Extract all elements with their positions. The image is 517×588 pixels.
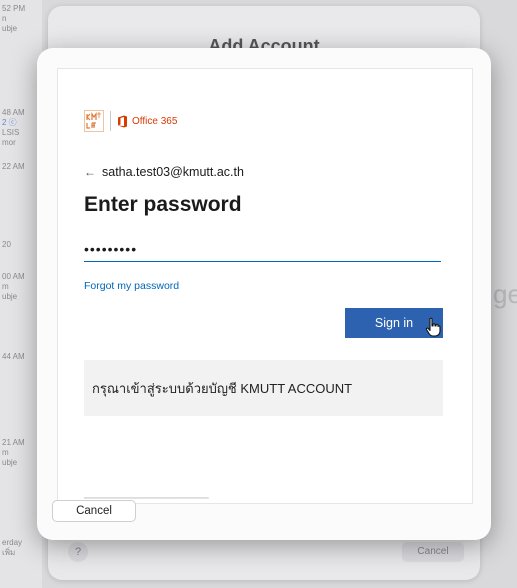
- list-item-line: เพิ่ม: [2, 548, 16, 557]
- list-item-line: m: [2, 448, 9, 457]
- list-item-time: 22 AM: [2, 162, 25, 171]
- list-item-line: ubje: [2, 24, 18, 33]
- sign-in-dialog: Office 365 ← satha.test03@kmutt.ac.th En…: [37, 48, 491, 540]
- sign-in-webview: Office 365 ← satha.test03@kmutt.ac.th En…: [57, 68, 473, 504]
- list-item-time: 00 AM: [2, 272, 25, 281]
- notice-text: กรุณาเข้าสู่ระบบด้วยบัญชี KMUTT ACCOUNT: [92, 380, 353, 396]
- forgot-password-link[interactable]: Forgot my password: [84, 280, 179, 292]
- list-item-time: 20: [2, 240, 11, 249]
- list-item-line: 2 ⓒ: [2, 118, 17, 127]
- kmutt-notice-banner: กรุณาเข้าสู่ระบบด้วยบัญชี KMUTT ACCOUNT: [84, 360, 443, 416]
- list-item-time: 48 AM: [2, 108, 25, 117]
- list-item: 52 PM n ubje: [2, 4, 40, 34]
- list-item: 00 AM m ubje: [2, 272, 40, 302]
- list-item: erday เพิ่ม: [2, 538, 40, 558]
- office-logo-icon: [118, 115, 127, 127]
- list-item-line: mor: [2, 138, 16, 147]
- password-input[interactable]: [84, 237, 441, 262]
- list-item-line: ubje: [2, 292, 18, 301]
- list-item-line: LSIS: [2, 128, 20, 137]
- background-mail-list: 52 PM n ubje 48 AM 2 ⓒ LSIS mor 22 AM 20…: [0, 0, 42, 588]
- list-item-time: 44 AM: [2, 352, 25, 361]
- back-row[interactable]: ← satha.test03@kmutt.ac.th: [84, 165, 244, 179]
- page-title: Enter password: [84, 193, 242, 216]
- hand-cursor-icon: [425, 317, 441, 337]
- background-partial-text: ge: [493, 279, 517, 309]
- list-item-time: erday: [2, 538, 23, 547]
- logo-divider: [110, 111, 111, 131]
- kmutt-logo-icon: [84, 110, 104, 132]
- list-item: 20: [2, 240, 40, 250]
- list-item: 22 AM: [2, 162, 40, 172]
- list-item-line: n: [2, 14, 7, 23]
- list-item: 21 AM m ubje: [2, 438, 40, 468]
- back-arrow-icon[interactable]: ←: [84, 165, 96, 179]
- list-item: 44 AM: [2, 352, 40, 362]
- list-item-time: 21 AM: [2, 438, 25, 447]
- help-button[interactable]: ?: [68, 542, 88, 562]
- account-email: satha.test03@kmutt.ac.th: [102, 165, 244, 179]
- list-item: 48 AM 2 ⓒ LSIS mor: [2, 108, 40, 148]
- list-item-line: ubje: [2, 458, 18, 467]
- sheet-cancel-button[interactable]: Cancel: [402, 542, 464, 562]
- list-item-line: m: [2, 282, 9, 291]
- logo-row: Office 365: [84, 109, 177, 133]
- office-365-label: Office 365: [132, 115, 178, 127]
- cancel-button[interactable]: Cancel: [52, 500, 136, 522]
- list-item-time: 52 PM: [2, 4, 26, 13]
